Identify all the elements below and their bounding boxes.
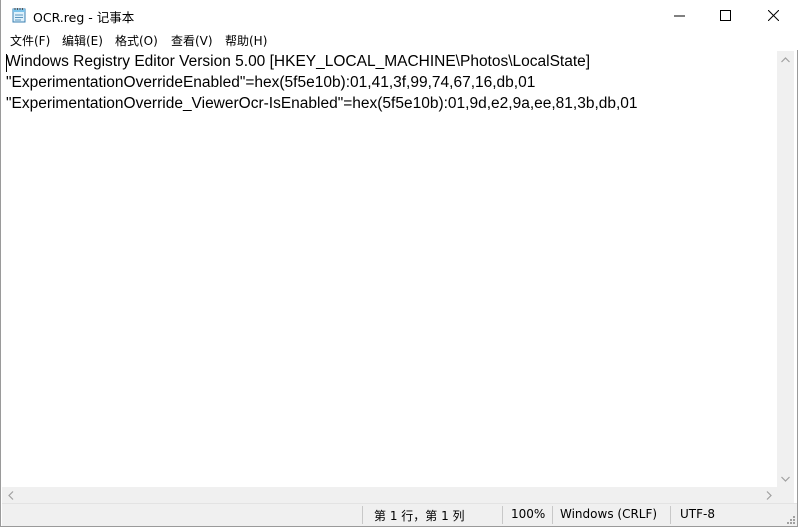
chevron-right-icon: [766, 490, 772, 500]
status-line-ending: Windows (CRLF): [560, 507, 658, 521]
editor-line[interactable]: Windows Registry Editor Version 5.00 [HK…: [6, 53, 590, 71]
menu-edit[interactable]: 编辑(E): [62, 33, 103, 49]
scroll-down-button[interactable]: [777, 470, 794, 487]
status-separator: [362, 506, 363, 524]
status-separator: [502, 506, 503, 524]
text-editor[interactable]: Windows Registry Editor Version 5.00 [HK…: [2, 51, 776, 487]
editor-line[interactable]: "ExperimentationOverrideEnabled"=hex(5f5…: [6, 74, 535, 92]
minimize-icon: [673, 15, 685, 17]
editor-line[interactable]: "ExperimentationOverride_ViewerOcr-IsEna…: [6, 95, 638, 113]
status-encoding: UTF-8: [680, 507, 715, 521]
scrollbar-corner: [777, 487, 794, 503]
title-bar[interactable]: OCR.reg - 记事本: [1, 0, 798, 31]
horizontal-scrollbar[interactable]: [2, 487, 777, 503]
status-separator: [552, 506, 553, 524]
window-title: OCR.reg - 记事本: [33, 10, 135, 25]
status-zoom: 100%: [511, 507, 546, 521]
menu-bar: 文件(F) 编辑(E) 格式(O) 查看(V) 帮助(H): [1, 31, 798, 50]
status-cursor-position: 第 1 行，第 1 列: [374, 509, 465, 523]
close-icon: [767, 10, 779, 21]
minimize-button[interactable]: [656, 0, 702, 31]
maximize-icon: [719, 10, 731, 21]
status-bar: 第 1 行，第 1 列 100% Windows (CRLF) UTF-8: [2, 503, 797, 526]
notepad-icon: [12, 7, 26, 23]
maximize-button[interactable]: [702, 0, 748, 31]
menu-view[interactable]: 查看(V): [171, 33, 213, 49]
menu-format[interactable]: 格式(O): [115, 33, 158, 49]
vertical-scrollbar[interactable]: [777, 51, 794, 487]
close-button[interactable]: [748, 0, 798, 31]
resize-grip-icon[interactable]: [785, 514, 795, 524]
scroll-up-button[interactable]: [777, 51, 794, 68]
notepad-window: OCR.reg - 记事本 文件(F) 编辑(E) 格式(O) 查看(V) 帮助…: [0, 0, 798, 527]
status-separator: [670, 506, 671, 524]
scroll-left-button[interactable]: [2, 487, 19, 503]
scroll-right-button[interactable]: [760, 487, 777, 503]
menu-help[interactable]: 帮助(H): [225, 33, 267, 49]
chevron-left-icon: [7, 490, 13, 500]
chevron-up-icon: [781, 56, 790, 62]
menu-file[interactable]: 文件(F): [10, 33, 50, 49]
chevron-down-icon: [781, 476, 790, 482]
